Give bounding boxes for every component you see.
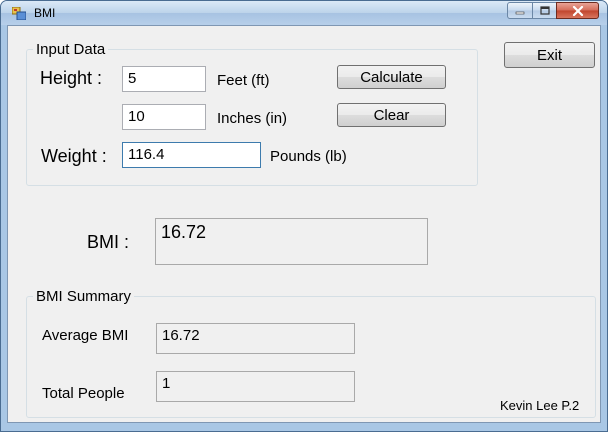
calculate-button[interactable]: Calculate bbox=[337, 65, 446, 89]
weight-unit-label: Pounds (lb) bbox=[270, 148, 347, 165]
inches-input[interactable]: 10 bbox=[122, 104, 206, 130]
minimize-button[interactable] bbox=[507, 2, 533, 19]
weight-input[interactable]: 116.4 bbox=[122, 142, 261, 168]
exit-button[interactable]: Exit bbox=[504, 42, 595, 68]
clear-button[interactable]: Clear bbox=[337, 103, 446, 127]
average-bmi-label: Average BMI bbox=[42, 327, 129, 344]
bmi-summary-title: BMI Summary bbox=[33, 288, 135, 305]
feet-unit-label: Feet (ft) bbox=[217, 72, 270, 89]
maximize-icon bbox=[539, 6, 550, 15]
minimize-icon bbox=[515, 11, 525, 14]
maximize-button[interactable] bbox=[532, 2, 557, 19]
input-data-title: Input Data bbox=[33, 41, 109, 58]
weight-label: Weight : bbox=[41, 146, 107, 166]
total-people-value: 1 bbox=[156, 371, 355, 402]
feet-input[interactable]: 5 bbox=[122, 66, 206, 92]
height-label: Height : bbox=[40, 68, 103, 88]
inches-unit-label: Inches (in) bbox=[217, 110, 288, 127]
average-bmi-value: 16.72 bbox=[156, 323, 355, 354]
author-label: Kevin Lee P.2 bbox=[500, 398, 580, 413]
title-bar[interactable]: BMI bbox=[1, 1, 607, 25]
client-area: Input Data Height : 5 Feet (ft) 10 Inche… bbox=[7, 25, 601, 423]
bmi-window: BMI Input Data Height : 5 Feet (ft) 10 I… bbox=[0, 0, 608, 432]
close-icon bbox=[572, 5, 583, 16]
window-title: BMI bbox=[34, 6, 56, 20]
total-people-label: Total People bbox=[42, 385, 125, 402]
app-icon bbox=[12, 7, 26, 20]
bmi-result-value: 16.72 bbox=[155, 218, 428, 265]
close-button[interactable] bbox=[556, 2, 599, 19]
bmi-result-label: BMI : bbox=[87, 232, 130, 252]
